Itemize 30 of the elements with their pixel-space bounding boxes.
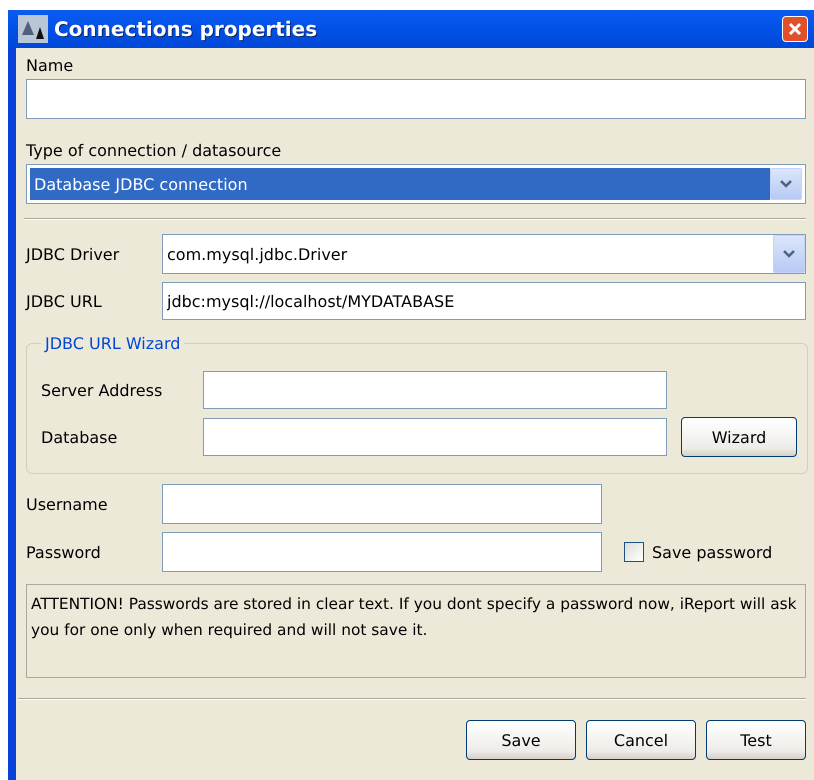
chevron-icon [782, 249, 796, 259]
field-label: Password [26, 542, 102, 562]
dialog-button[interactable]: Test [706, 720, 806, 760]
driver-dropdown[interactable]: com.mysql.jdbc.Driver [162, 234, 806, 274]
field-label: Server Address [41, 380, 164, 400]
name-field[interactable] [26, 79, 806, 119]
chevron-icon [779, 179, 793, 189]
group-title: JDBC URL Wizard [43, 334, 182, 353]
url-field[interactable]: jdbc:mysql://localhost/MYDATABASE [162, 282, 806, 320]
dialog-button[interactable]: Cancel [586, 720, 696, 760]
wizard-button[interactable]: Wizard [681, 417, 797, 457]
connection-type-dropdown[interactable]: Database JDBC connection [26, 164, 806, 204]
field-label: Username [26, 494, 109, 514]
window-title: Connections properties [54, 17, 318, 41]
attention-notice: ATTENTION! Passwords are stored in clear text. If you dont specify a password now, iReport will ask you for one only when required and will not save it. [26, 584, 806, 678]
field-label: Database [41, 428, 118, 446]
app-icon [18, 15, 48, 43]
password-field[interactable] [162, 532, 602, 572]
save-password-checkbox[interactable] [624, 542, 644, 562]
field-label: Name [26, 56, 74, 75]
close-icon [787, 21, 803, 37]
database-field[interactable] [203, 418, 667, 456]
close-button[interactable] [782, 16, 808, 42]
dialog-button[interactable]: Save [466, 720, 576, 760]
server-address-field[interactable] [203, 371, 667, 409]
checkbox-label: Save password [652, 542, 772, 562]
field-label: JDBC Driver [26, 244, 120, 264]
field-label: Type of connection / datasource [26, 141, 282, 160]
username-field[interactable] [162, 484, 602, 524]
field-label: JDBC URL [26, 292, 103, 310]
